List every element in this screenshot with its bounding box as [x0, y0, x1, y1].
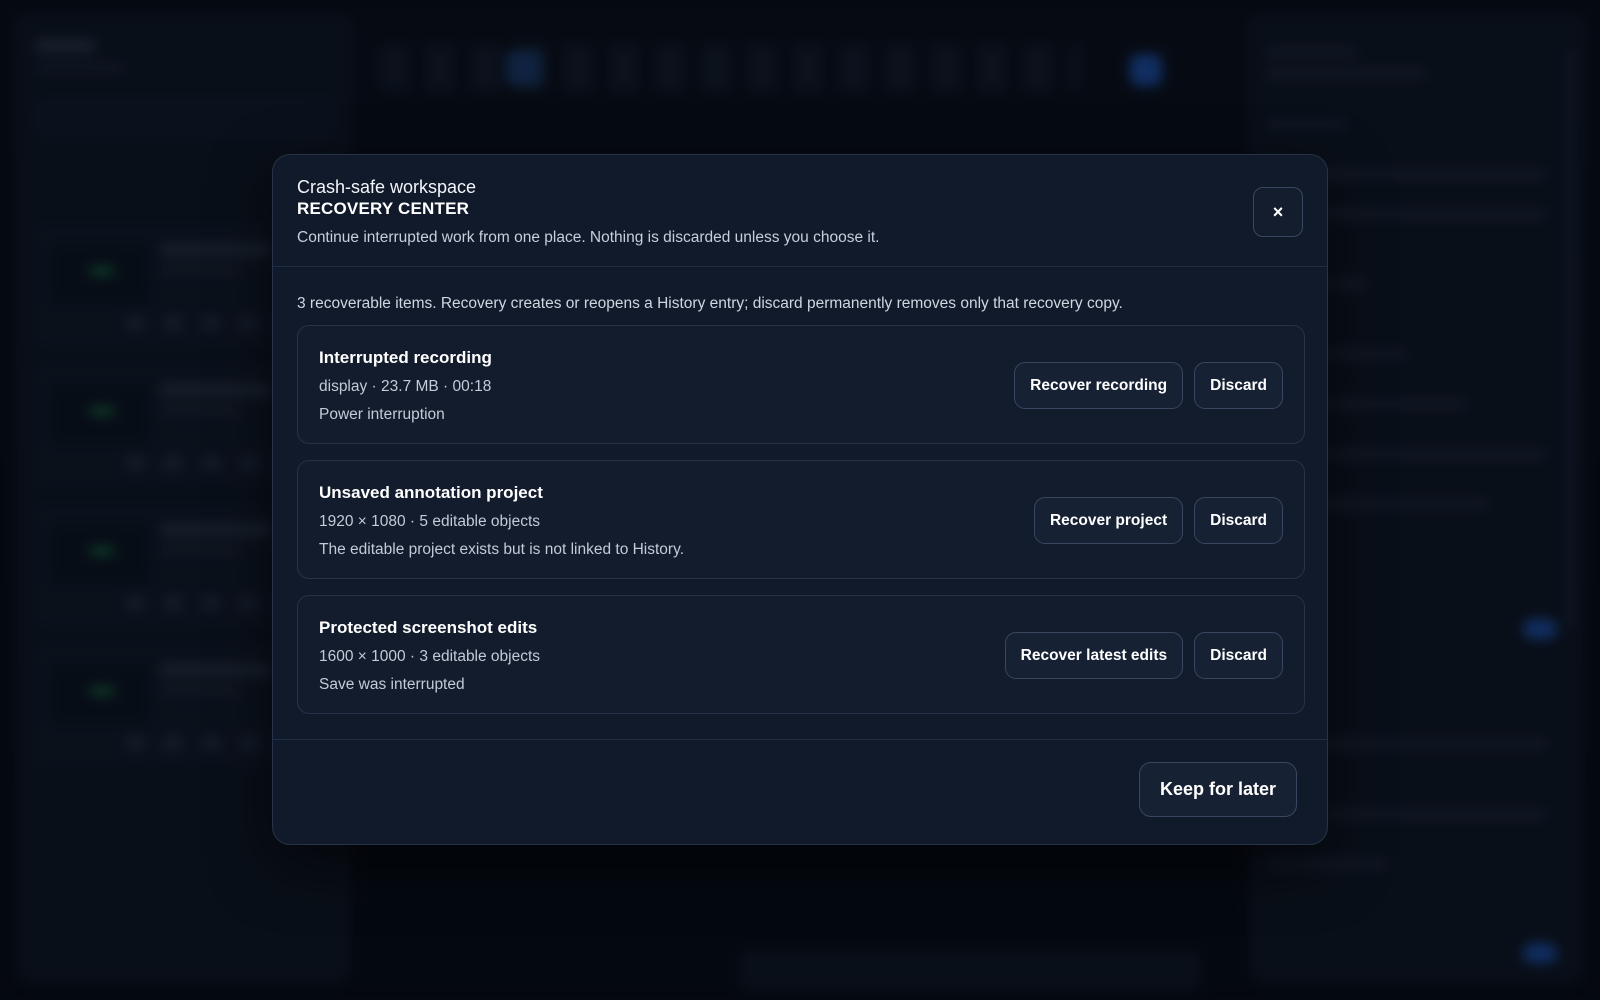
close-button[interactable]: ×	[1253, 187, 1303, 237]
item-meta: display · 23.7 MB · 00:18	[319, 378, 492, 395]
dialog-title: RECOVERY CENTER	[297, 199, 470, 218]
discard-button[interactable]: Discard	[1194, 632, 1283, 679]
item-name: Interrupted recording	[319, 348, 492, 367]
close-icon: ×	[1272, 201, 1284, 222]
recovery-item-recording: Interrupted recording display · 23.7 MB …	[297, 325, 1305, 444]
item-note: Save was interrupted	[319, 676, 465, 693]
dialog-header: Crash-safe workspace RECOVERY CENTER Con…	[273, 155, 1327, 267]
item-meta: 1920 × 1080 · 5 editable objects	[319, 513, 541, 530]
recover-latest-edits-button[interactable]: Recover latest edits	[1004, 632, 1184, 679]
dialog-footer: Keep for later	[273, 739, 1327, 844]
recovery-item-annotation-project: Unsaved annotation project 1920 × 1080 ·…	[297, 460, 1305, 579]
item-actions: Recover project Discard	[1033, 497, 1283, 544]
dialog-eyebrow: Crash-safe workspace	[297, 177, 477, 197]
recover-project-button[interactable]: Recover project	[1033, 497, 1184, 544]
item-actions: Recover recording Discard	[1014, 362, 1283, 409]
item-actions: Recover latest edits Discard	[1004, 632, 1283, 679]
item-meta: 1600 × 1000 · 3 editable objects	[319, 648, 541, 665]
recovery-center-dialog: Crash-safe workspace RECOVERY CENTER Con…	[272, 154, 1328, 845]
discard-button[interactable]: Discard	[1194, 497, 1283, 544]
discard-button[interactable]: Discard	[1194, 362, 1283, 409]
item-name: Unsaved annotation project	[319, 483, 543, 502]
recover-recording-button[interactable]: Recover recording	[1014, 362, 1184, 409]
dialog-subtitle: Continue interrupted work from one place…	[297, 229, 880, 246]
recovery-summary: 3 recoverable items. Recovery creates or…	[297, 295, 1123, 312]
keep-for-later-button[interactable]: Keep for later	[1138, 762, 1297, 817]
item-name: Protected screenshot edits	[319, 618, 538, 637]
item-note: The editable project exists but is not l…	[319, 541, 684, 558]
recovery-item-screenshot-edits: Protected screenshot edits 1600 × 1000 ·…	[297, 595, 1305, 714]
item-note: Power interruption	[319, 406, 445, 423]
